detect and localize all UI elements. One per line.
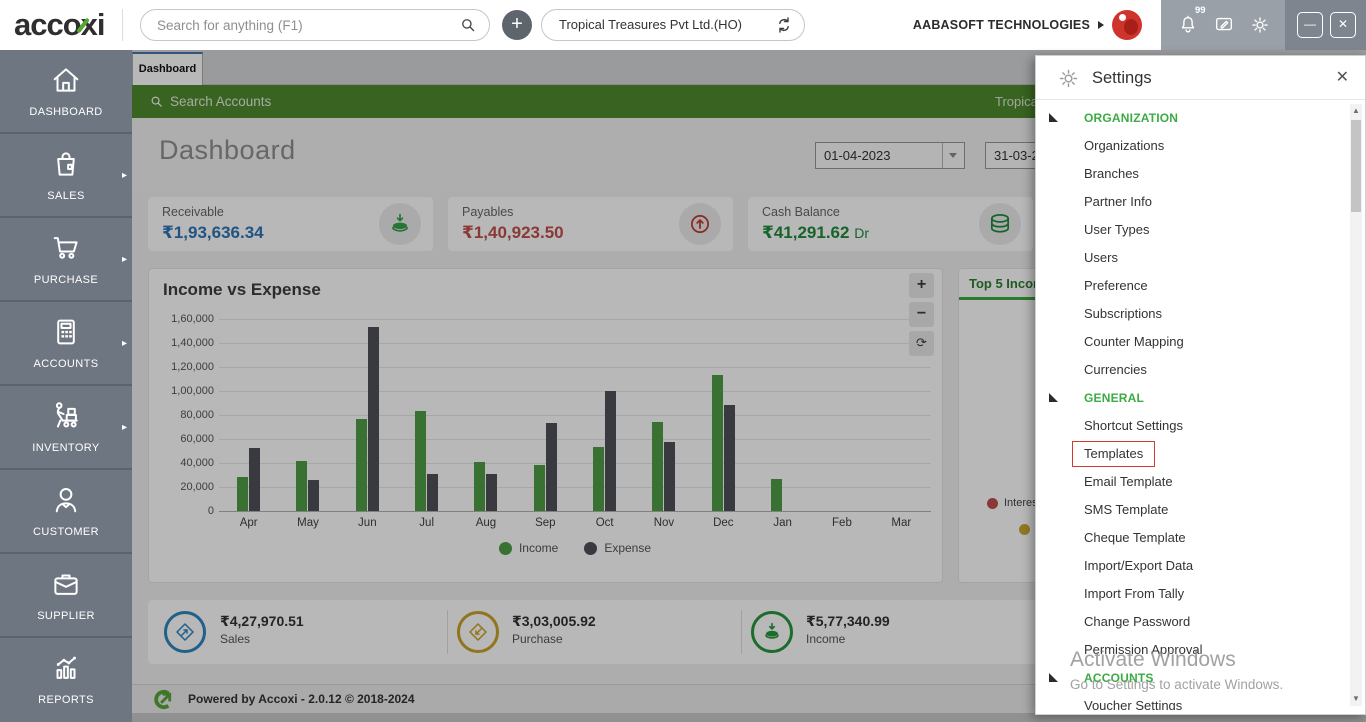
add-new-button[interactable]: +: [502, 10, 532, 40]
scroll-down-icon[interactable]: ▼: [1350, 692, 1362, 706]
sidebar-item-customer[interactable]: CUSTOMER: [0, 470, 132, 554]
settings-close-icon[interactable]: ✕: [1336, 67, 1349, 87]
scroll-up-icon[interactable]: ▲: [1350, 104, 1362, 118]
settings-item-currencies[interactable]: Currencies: [1036, 356, 1349, 384]
settings-item-email-template[interactable]: Email Template: [1036, 468, 1349, 496]
notifications-bell-icon[interactable]: [1177, 14, 1199, 41]
submenu-arrow-icon: ▸: [121, 254, 127, 265]
sidebar-label: INVENTORY: [32, 442, 100, 454]
sidebar-item-accounts[interactable]: ACCOUNTS ▸: [0, 302, 132, 386]
expanded-triangle-icon: [1049, 673, 1058, 682]
settings-item-templates[interactable]: Templates: [1036, 440, 1349, 468]
settings-item-cheque-template[interactable]: Cheque Template: [1036, 524, 1349, 552]
settings-gear-icon: [1056, 66, 1081, 96]
company-selector[interactable]: Tropical Treasures Pvt Ltd.(HO): [541, 9, 805, 41]
settings-item-import-from-tally[interactable]: Import From Tally: [1036, 580, 1349, 608]
cart-icon: [49, 237, 83, 269]
settings-item-organizations[interactable]: Organizations: [1036, 132, 1349, 160]
settings-title: Settings: [1092, 69, 1152, 87]
company-selector-value: Tropical Treasures Pvt Ltd.(HO): [559, 17, 743, 32]
settings-section-general[interactable]: GENERAL: [1036, 384, 1349, 412]
settings-panel: Settings ✕ ORGANIZATION Organizations Bran…: [1035, 55, 1366, 715]
expanded-triangle-icon: [1049, 113, 1058, 122]
org-name[interactable]: AABASOFT TECHNOLOGIES: [913, 0, 1090, 50]
settings-item-partner-info[interactable]: Partner Info: [1036, 188, 1349, 216]
settings-section-organization[interactable]: ORGANIZATION: [1036, 104, 1349, 132]
sidebar-label: SUPPLIER: [37, 610, 95, 622]
settings-item-voucher-settings[interactable]: Voucher Settings: [1036, 692, 1349, 710]
submenu-arrow-icon: ▸: [121, 170, 127, 181]
sidebar-item-inventory[interactable]: INVENTORY ▸: [0, 386, 132, 470]
sidebar-label: REPORTS: [38, 694, 94, 706]
sidebar-label: CUSTOMER: [33, 526, 99, 538]
topbar: accoxi + Tropical Treasures Pvt Ltd.(HO)…: [0, 0, 1366, 50]
person-icon: [49, 487, 83, 521]
calculator-icon: [49, 319, 83, 353]
avatar[interactable]: [1112, 10, 1142, 40]
sidebar-item-purchase[interactable]: PURCHASE ▸: [0, 218, 132, 302]
expanded-triangle-icon: [1049, 393, 1058, 402]
sidebar-item-supplier[interactable]: SUPPLIER: [0, 554, 132, 638]
accoxi-logo: accoxi: [14, 7, 106, 42]
window-controls: — ✕: [1285, 0, 1366, 50]
settings-item-import-export-data[interactable]: Import/Export Data: [1036, 552, 1349, 580]
settings-item-users[interactable]: Users: [1036, 244, 1349, 272]
submenu-arrow-icon: ▸: [121, 422, 127, 433]
sidebar-label: SALES: [47, 190, 85, 202]
settings-item-branches[interactable]: Branches: [1036, 160, 1349, 188]
sidebar-item-dashboard[interactable]: DASHBOARD: [0, 50, 132, 134]
settings-panel-header: Settings ✕: [1036, 56, 1365, 100]
scrollbar-thumb[interactable]: [1351, 120, 1361, 212]
divider: [122, 9, 123, 41]
sidebar: DASHBOARD SALES ▸ PURCHASE ▸ ACCOUNTS ▸ …: [0, 50, 132, 722]
sidebar-item-reports[interactable]: REPORTS: [0, 638, 132, 722]
settings-item-counter-mapping[interactable]: Counter Mapping: [1036, 328, 1349, 356]
global-search-input[interactable]: [157, 11, 447, 39]
settings-item-sms-template[interactable]: SMS Template: [1036, 496, 1349, 524]
home-icon: [49, 68, 83, 101]
settings-item-subscriptions[interactable]: Subscriptions: [1036, 300, 1349, 328]
settings-gear-icon[interactable]: [1249, 14, 1271, 41]
minimize-button[interactable]: —: [1297, 12, 1323, 38]
sidebar-item-sales[interactable]: SALES ▸: [0, 134, 132, 218]
topbar-icon-block: 99: [1161, 0, 1285, 50]
messages-icon[interactable]: [1213, 14, 1235, 41]
settings-scrollbar[interactable]: ▲ ▼: [1350, 104, 1362, 706]
activate-windows-watermark-sub: Go to Settings to activate Windows.: [1070, 677, 1284, 692]
sidebar-label: PURCHASE: [33, 274, 99, 286]
global-search[interactable]: [140, 9, 490, 41]
notification-badge: 99: [1195, 5, 1206, 16]
accoxi-app-window: accoxi + Tropical Treasures Pvt Ltd.(HO)…: [0, 0, 1366, 722]
org-caret-icon: [1098, 21, 1104, 29]
close-button[interactable]: ✕: [1330, 12, 1356, 38]
sidebar-label: ACCOUNTS: [33, 358, 99, 370]
activate-windows-watermark: Activate Windows: [1070, 648, 1236, 671]
bar-chart-icon: [49, 656, 83, 689]
submenu-arrow-icon: ▸: [121, 338, 127, 349]
settings-item-user-types[interactable]: User Types: [1036, 216, 1349, 244]
settings-item-change-password[interactable]: Change Password: [1036, 608, 1349, 636]
handtruck-icon: [49, 402, 83, 437]
settings-item-preference[interactable]: Preference: [1036, 272, 1349, 300]
switch-company-icon[interactable]: [774, 15, 794, 40]
shopping-bag-icon: [49, 152, 83, 185]
settings-list: ORGANIZATION Organizations Branches Partner…: [1036, 104, 1349, 710]
search-icon: [459, 16, 477, 39]
briefcase-icon: [49, 574, 83, 605]
settings-item-shortcut-settings[interactable]: Shortcut Settings: [1036, 412, 1349, 440]
sidebar-label: DASHBOARD: [29, 106, 103, 118]
